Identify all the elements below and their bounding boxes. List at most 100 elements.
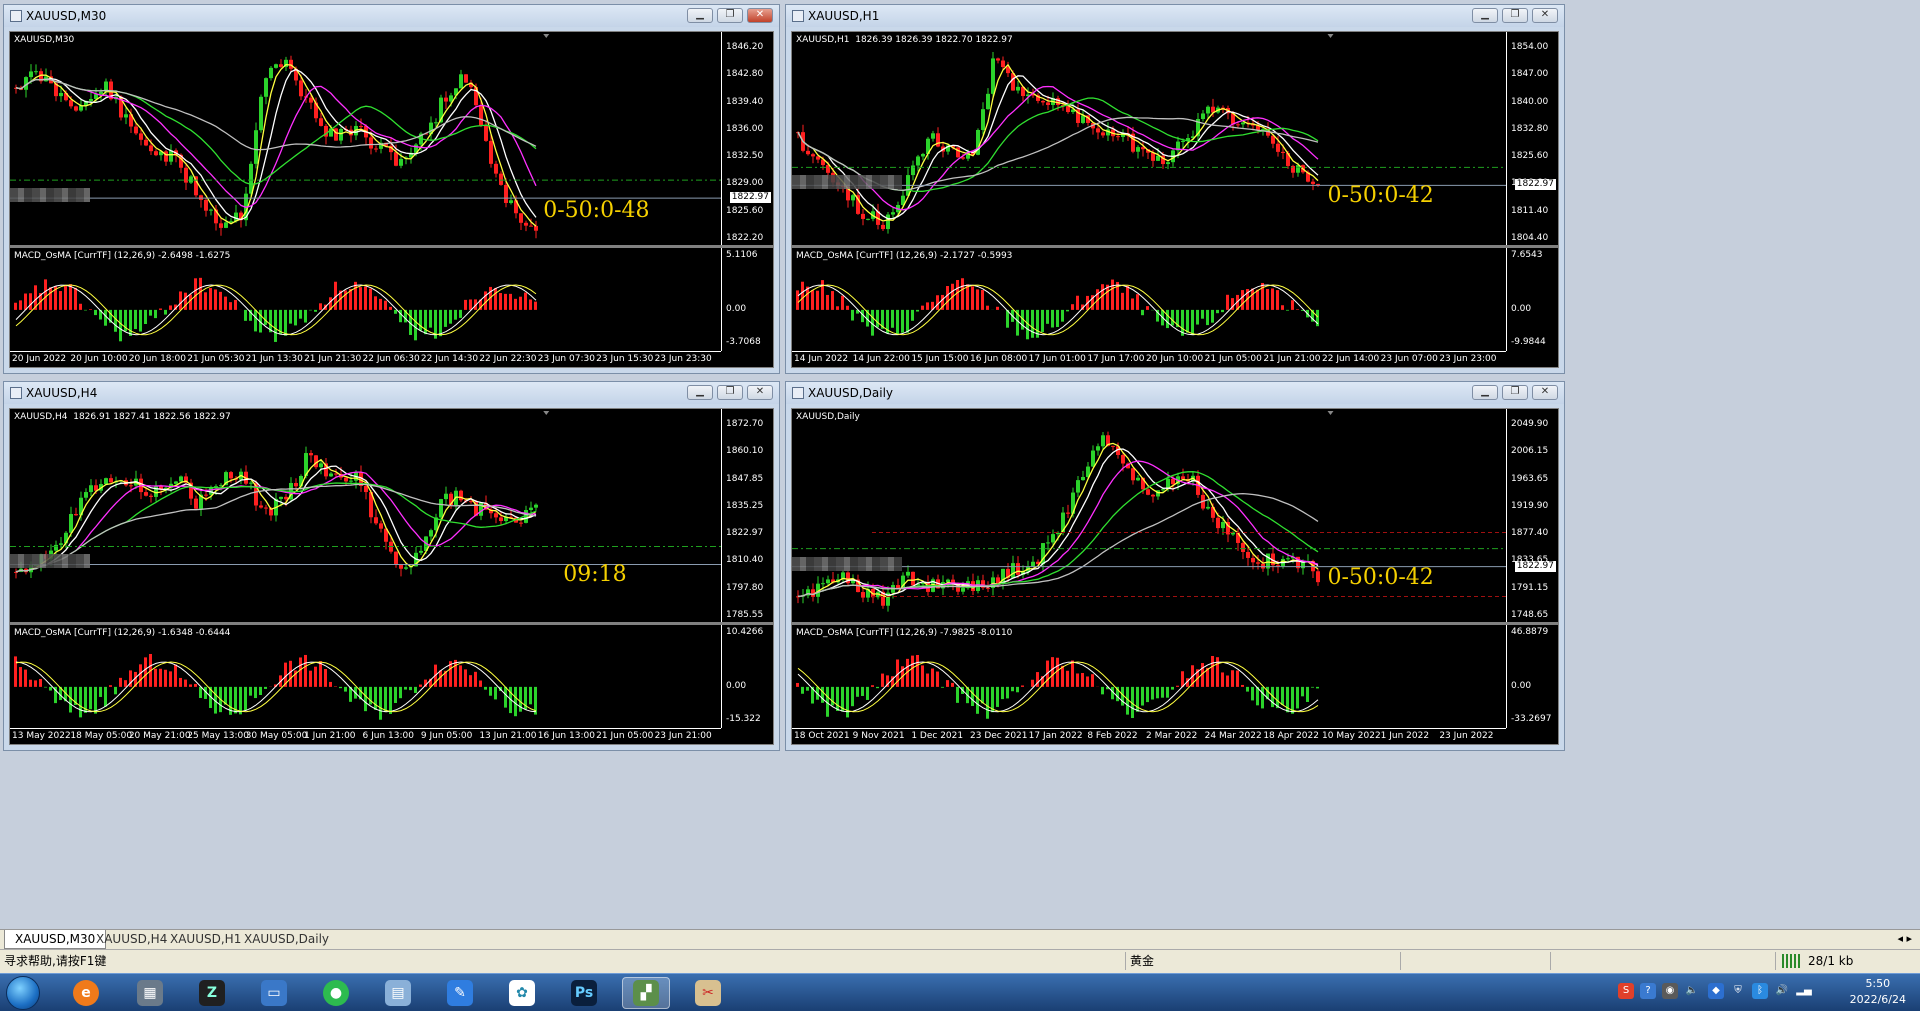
price-pane[interactable]: XAUUSD,H1 1826.39 1826.39 1822.70 1822.9… <box>792 32 1558 245</box>
minimize-button[interactable]: ▁ <box>687 385 713 400</box>
restore-button[interactable]: ❐ <box>717 385 743 400</box>
restore-button[interactable]: ❐ <box>1502 385 1528 400</box>
taskbar-app-photoshop[interactable]: Ps <box>560 977 608 1009</box>
candle-body <box>921 153 925 157</box>
close-button[interactable]: ✕ <box>1532 385 1558 400</box>
candle-body <box>1056 532 1060 535</box>
taskbar-app-trading[interactable]: Z <box>188 977 236 1009</box>
time-axis[interactable]: 13 May 2022 18 May 05:00 20 May 21:00 25 Ma… <box>10 728 721 744</box>
macd-pane[interactable]: MACD_OsMA [CurrTF] (12,26,9) -2.1727 -0.… <box>792 248 1558 367</box>
candle-body <box>194 498 198 509</box>
macd-chart-svg <box>796 278 1319 340</box>
window-title-bar[interactable]: XAUUSD,H4 ▁ ❐ ✕ <box>4 382 779 404</box>
taskbar-clock[interactable]: 5:50 2022/6/24 <box>1850 976 1906 1008</box>
macd-histogram-bar <box>304 309 307 323</box>
taskbar-app-tool[interactable]: ✂ <box>684 977 732 1009</box>
taskbar-app-metatrader[interactable]: ▞ <box>622 977 670 1009</box>
tray-speaker-icon[interactable]: 🔈 <box>1684 983 1700 999</box>
price-axis[interactable]: 2049.902006.151963.651919.901877.401833.… <box>1506 409 1558 622</box>
macd-axis[interactable]: 46.8879 0.00 -33.2697 <box>1506 625 1558 728</box>
tray-app-icon[interactable]: ◉ <box>1662 983 1678 999</box>
macd-pane[interactable]: MACD_OsMA [CurrTF] (12,26,9) -2.6498 -1.… <box>10 248 773 367</box>
macd-histogram-bar <box>1241 684 1244 687</box>
tray-s-icon[interactable]: S <box>1618 983 1634 999</box>
price-tick-label: 1810.40 <box>726 555 764 566</box>
taskbar-app-browser[interactable]: e <box>62 977 110 1009</box>
status-help-text: 寻求帮助,请按F1键 <box>4 954 107 968</box>
taskbar-app-chat[interactable]: ✿ <box>498 977 546 1009</box>
macd-signal-line <box>797 284 1319 336</box>
candle-body <box>379 523 383 529</box>
close-button[interactable]: ✕ <box>1532 8 1558 23</box>
macd-histogram-bar <box>851 686 854 707</box>
restore-button[interactable]: ❐ <box>1502 8 1528 23</box>
macd-tick-label: -3.7068 <box>726 337 761 347</box>
time-axis[interactable]: 20 Jun 2022 20 Jun 10:00 20 Jun 18:00 21 Ju… <box>10 351 721 367</box>
chart-area[interactable]: XAUUSD,Daily 2049.90 2006.15 1963.65 1919.90… <box>791 408 1559 745</box>
tab-scroll-arrows-icon[interactable]: ◂ ▸ <box>1897 932 1912 945</box>
window-title-bar[interactable]: XAUUSD,M30 ▁ ❐ ✕ <box>4 5 779 27</box>
tab-xauusd-daily[interactable]: XAUUSD,Daily <box>234 930 339 949</box>
taskbar-app-network[interactable]: ▦ <box>126 977 174 1009</box>
close-button[interactable]: ✕ <box>747 385 773 400</box>
chart-window-h4[interactable]: XAUUSD,H4 ▁ ❐ ✕ XAUUSD,H4 1826.91 1827.4… <box>3 381 780 751</box>
chart-area[interactable]: XAUUSD,H1 1826.39 1826.39 1822.70 1822.9… <box>791 31 1559 368</box>
minimize-button[interactable]: ▁ <box>1472 385 1498 400</box>
macd-histogram-bar <box>34 680 37 687</box>
candle-body <box>1096 128 1100 133</box>
macd-histogram-bar <box>394 686 397 704</box>
tray-volume-icon[interactable]: 🔊 <box>1774 983 1790 999</box>
chart-window-m30[interactable]: XAUUSD,M30 ▁ ❐ ✕ XAUUSD,M30 1846.20 1842.8… <box>3 4 780 374</box>
macd-histogram-bar <box>821 686 824 703</box>
taskbar-app-screen[interactable]: ▭ <box>250 977 298 1009</box>
tray-bluetooth-icon[interactable]: ᛒ <box>1752 983 1768 999</box>
candle-body <box>1161 489 1165 491</box>
minimize-button[interactable]: ▁ <box>687 8 713 23</box>
taskbar-app-notes[interactable]: ✎ <box>436 977 484 1009</box>
tray-help-icon[interactable]: ? <box>1640 983 1656 999</box>
current-price-box: 1822.97 <box>729 192 771 204</box>
time-tick-label: 21 Jun 21:30 <box>304 354 362 364</box>
price-axis[interactable]: 1846.20 1842.80 1839.40 1836.00 1832.50 1829.… <box>721 32 773 245</box>
close-button[interactable]: ✕ <box>747 8 773 23</box>
price-axis[interactable]: 1872.70 1860.10 1847.85 1835.25 1822.97 1810.… <box>721 409 773 622</box>
macd-axis[interactable]: 10.4266 0.00 -15.322 <box>721 625 773 728</box>
price-pane[interactable]: XAUUSD,H4 1826.91 1827.41 1822.56 1822.9… <box>10 409 773 622</box>
macd-indicator-label: MACD_OsMA [CurrTF] (12,26,9) -2.6498 -1.… <box>14 251 231 261</box>
macd-pane[interactable]: MACD_OsMA [CurrTF] (12,26,9) -1.6348 -0.… <box>10 625 773 744</box>
time-axis[interactable]: 14 Jun 2022 14 Jun 22:00 15 Jun 15:00 16 Ju… <box>792 351 1506 367</box>
taskbar-app-wechat[interactable]: ● <box>312 977 360 1009</box>
time-axis[interactable]: 18 Oct 2021 9 Nov 2021 1 Dec 2021 23 Dec 20… <box>792 728 1506 744</box>
macd-histogram-bar <box>229 302 232 310</box>
macd-axis[interactable]: 7.6543 0.00 -9.9844 <box>1506 248 1558 351</box>
candle-body <box>519 213 523 223</box>
tray-cloud-icon[interactable]: ◆ <box>1708 983 1724 999</box>
taskbar-app-files[interactable]: ▤ <box>374 977 422 1009</box>
price-pane[interactable]: XAUUSD,M30 1846.20 1842.80 1839.40 1836.00 18… <box>10 32 773 245</box>
time-tick-label: 21 Jun 13:30 <box>245 354 303 364</box>
price-axis[interactable]: 1854.001847.001840.001832.801825.601818.… <box>1506 32 1558 245</box>
tray-network-icon[interactable]: ▂▄ <box>1796 983 1812 999</box>
candle-body <box>219 223 223 228</box>
restore-button[interactable]: ❐ <box>717 8 743 23</box>
start-button-icon[interactable] <box>6 976 40 1010</box>
window-title-bar[interactable]: XAUUSD,H1 ▁ ❐ ✕ <box>786 5 1564 27</box>
macd-histogram-bar <box>961 278 964 310</box>
chart-area[interactable]: XAUUSD,M30 1846.20 1842.80 1839.40 1836.00 18… <box>9 31 774 368</box>
macd-histogram-bar <box>459 665 462 687</box>
macd-histogram-bar <box>876 686 879 689</box>
window-title-bar[interactable]: XAUUSD,Daily ▁ ❐ ✕ <box>786 382 1564 404</box>
minimize-button[interactable]: ▁ <box>1472 8 1498 23</box>
metatrader-icon: ▞ <box>633 980 659 1006</box>
chart-window-h1[interactable]: XAUUSD,H1 ▁ ❐ ✕ XAUUSD,H1 1826.39 1826.3… <box>785 4 1565 374</box>
macd-axis[interactable]: 5.1106 0.00 -3.7068 <box>721 248 773 351</box>
macd-histogram-bar <box>414 309 417 341</box>
macd-histogram-bar <box>24 669 27 687</box>
tray-shield-icon[interactable]: ⛨ <box>1730 983 1746 999</box>
macd-histogram-bar <box>856 686 859 697</box>
macd-pane[interactable]: MACD_OsMA [CurrTF] (12,26,9) -7.9825 -8.… <box>792 625 1558 744</box>
price-pane[interactable]: XAUUSD,Daily 2049.90 2006.15 1963.65 1919.90… <box>792 409 1558 622</box>
chart-area[interactable]: XAUUSD,H4 1826.91 1827.41 1822.56 1822.9… <box>9 408 774 745</box>
candle-body <box>369 137 373 149</box>
chart-window-daily[interactable]: XAUUSD,Daily ▁ ❐ ✕ XAUUSD,Daily 2049.90 20… <box>785 381 1565 751</box>
